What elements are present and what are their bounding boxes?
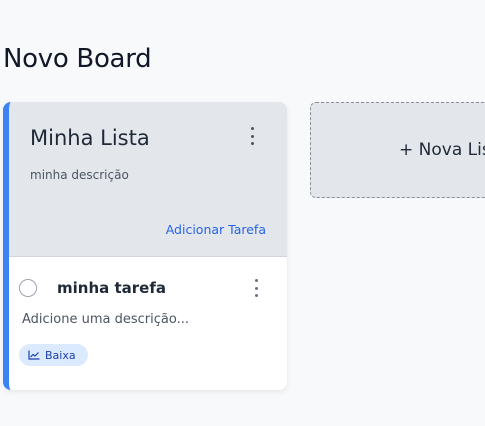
board-page: Novo Board Minha Lista minha descrição A… (0, 0, 485, 426)
chart-line-icon (28, 350, 40, 360)
more-vertical-icon-dot (250, 134, 254, 138)
new-list-label: + Nova Lista (399, 140, 485, 160)
more-vertical-icon (254, 279, 258, 282)
new-list-button[interactable]: + Nova Lista (310, 102, 485, 198)
board-title: Novo Board (3, 44, 152, 74)
task-description-placeholder[interactable]: Adicione uma descrição... (22, 312, 189, 327)
priority-label: Baixa (45, 348, 76, 362)
task-menu-button[interactable] (251, 279, 261, 297)
priority-badge[interactable]: Baixa (19, 344, 88, 366)
more-vertical-icon-dot (254, 286, 258, 290)
list-title[interactable]: Minha Lista (30, 126, 150, 150)
task-title[interactable]: minha tarefa (57, 279, 166, 297)
list-menu-button[interactable] (247, 126, 257, 146)
list-column: Minha Lista minha descrição Adicionar Ta… (3, 102, 287, 390)
task-complete-checkbox[interactable] (19, 279, 37, 297)
list-header: Minha Lista minha descrição Adicionar Ta… (9, 102, 287, 256)
task-card[interactable]: minha tarefa Adicione uma descrição... B… (9, 256, 287, 390)
list-description[interactable]: minha descrição (30, 168, 129, 182)
add-task-button[interactable]: Adicionar Tarefa (166, 222, 266, 237)
more-vertical-icon (250, 127, 254, 130)
more-vertical-icon-dot (254, 294, 258, 297)
more-vertical-icon-dot (250, 142, 254, 145)
